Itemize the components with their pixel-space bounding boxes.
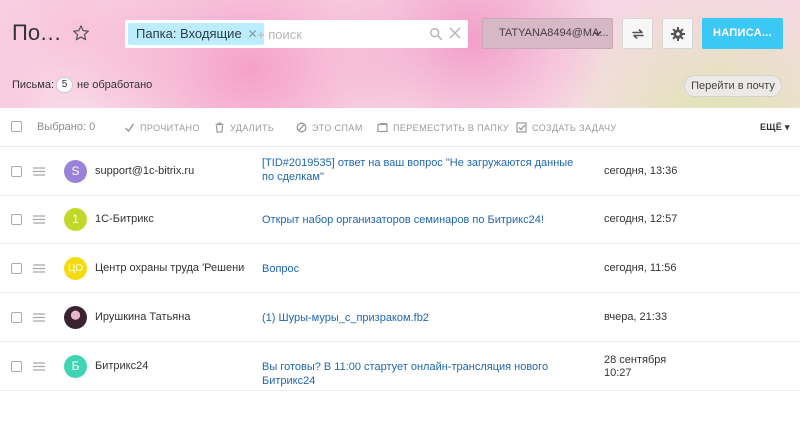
message-date: сегодня, 12:57 <box>604 213 678 225</box>
message-date: 28 сентября 10:27 <box>604 354 667 379</box>
create-task-label: СОЗДАТЬ ЗАДАЧУ <box>532 123 617 133</box>
search-input[interactable] <box>257 24 417 44</box>
block-icon <box>296 122 307 133</box>
page-title: Поч... <box>12 20 68 45</box>
menu-icon[interactable] <box>33 362 45 371</box>
delete-button[interactable]: УДАЛИТЬ <box>214 122 274 133</box>
subject-link[interactable]: Вопрос <box>262 262 582 276</box>
menu-icon[interactable] <box>33 167 45 176</box>
clear-icon[interactable] <box>449 27 461 39</box>
avatar-photo <box>64 306 87 329</box>
mark-read-button[interactable]: ПРОЧИТАНО <box>124 122 200 133</box>
message-row[interactable]: 1 1С-Битрикс Открыт набор организаторов … <box>0 196 800 244</box>
message-date: сегодня, 13:36 <box>604 165 678 177</box>
spam-button[interactable]: ЭТО СПАМ <box>296 122 363 133</box>
unread-count-badge[interactable]: 5 <box>56 77 73 93</box>
folder-filter-tag[interactable]: Папка: Входящие ✕ <box>128 23 264 45</box>
avatar: Б <box>64 355 87 378</box>
row-checkbox[interactable] <box>11 263 22 274</box>
row-checkbox[interactable] <box>11 166 22 177</box>
write-message-button[interactable]: НАПИСА... <box>702 18 783 49</box>
create-task-button[interactable]: СОЗДАТЬ ЗАДАЧУ <box>516 122 617 133</box>
folder-move-icon <box>377 123 388 133</box>
task-icon <box>516 122 527 133</box>
delete-label: УДАЛИТЬ <box>230 123 275 133</box>
goto-mail-button[interactable]: Перейти в почту <box>684 75 782 97</box>
mark-read-label: ПРОЧИТАНО <box>140 123 200 133</box>
message-date: сегодня, 11:56 <box>604 262 677 274</box>
row-checkbox[interactable] <box>11 361 22 372</box>
message-row[interactable]: Б Битрикс24 Вы готовы? В 11:00 стартует … <box>0 343 800 391</box>
row-checkbox[interactable] <box>11 312 22 323</box>
subject-link[interactable]: Открыт набор организаторов семинаров по … <box>262 213 582 227</box>
settings-button[interactable] <box>662 18 693 49</box>
more-label: ЕЩЁ <box>760 122 783 132</box>
sender: support@1c-bitrix.ru <box>95 165 195 177</box>
menu-icon[interactable] <box>33 313 45 322</box>
folder-tag-label: Папка: Входящие <box>136 26 242 41</box>
sender: Битрикс24 <box>95 360 149 372</box>
trash-icon <box>215 122 224 133</box>
message-date: вчера, 21:33 <box>604 311 668 323</box>
more-button[interactable]: ЕЩЁ ▾ <box>760 122 790 133</box>
avatar: S <box>64 160 87 183</box>
move-to-folder-button[interactable]: ПЕРЕМЕСТИТЬ В ПАПКУ <box>377 122 509 133</box>
select-all-checkbox[interactable] <box>11 121 22 132</box>
sender: Ирушкина Татьяна <box>95 311 191 323</box>
sender: Центр охраны труда 'Решение <box>95 262 245 274</box>
sync-button[interactable] <box>622 18 653 49</box>
mail-list-panel: Выбрано: 0 ПРОЧИТАНО УДАЛИТЬ ЭТО СПАМ ПЕ… <box>0 108 800 436</box>
refresh-icon <box>632 29 644 39</box>
row-checkbox[interactable] <box>11 214 22 225</box>
letters-label: Письма: <box>12 79 55 91</box>
message-row[interactable]: Ирушкина Татьяна (1) Шуры-муры_с_призрак… <box>0 294 800 342</box>
subject-link[interactable]: [TID#2019535] ответ на ваш вопрос "Не за… <box>262 156 582 184</box>
search-box[interactable]: Папка: Входящие ✕ <box>125 20 468 48</box>
top-bar: Поч... Папка: Входящие ✕ TATYANA8494@MA.… <box>0 0 800 68</box>
star-icon[interactable] <box>72 24 90 42</box>
account-selector[interactable]: TATYANA8494@MA... <box>482 18 613 49</box>
chevron-down-icon <box>593 30 602 37</box>
message-row[interactable]: S support@1c-bitrix.ru [TID#2019535] отв… <box>0 148 800 196</box>
search-icon[interactable] <box>429 27 443 41</box>
unread-bar: Письма: 5 не обработано Перейти в почту <box>0 72 800 100</box>
spam-label: ЭТО СПАМ <box>312 123 363 133</box>
avatar: ЦО <box>64 257 87 280</box>
message-row[interactable]: ЦО Центр охраны труда 'Решение Вопрос се… <box>0 245 800 293</box>
sender: 1С-Битрикс <box>95 213 154 225</box>
menu-icon[interactable] <box>33 215 45 224</box>
list-toolbar: Выбрано: 0 ПРОЧИТАНО УДАЛИТЬ ЭТО СПАМ ПЕ… <box>0 108 800 147</box>
gear-icon <box>671 27 685 41</box>
move-label: ПЕРЕМЕСТИТЬ В ПАПКУ <box>393 123 510 133</box>
subject-link[interactable]: (1) Шуры-муры_с_призраком.fb2 <box>262 311 582 325</box>
avatar: 1 <box>64 208 87 231</box>
subject-link[interactable]: Вы готовы? В 11:00 стартует онлайн-транс… <box>262 360 582 388</box>
check-icon <box>124 123 135 133</box>
selected-count: Выбрано: 0 <box>37 121 96 133</box>
unread-suffix: не обработано <box>77 79 153 91</box>
menu-icon[interactable] <box>33 264 45 273</box>
